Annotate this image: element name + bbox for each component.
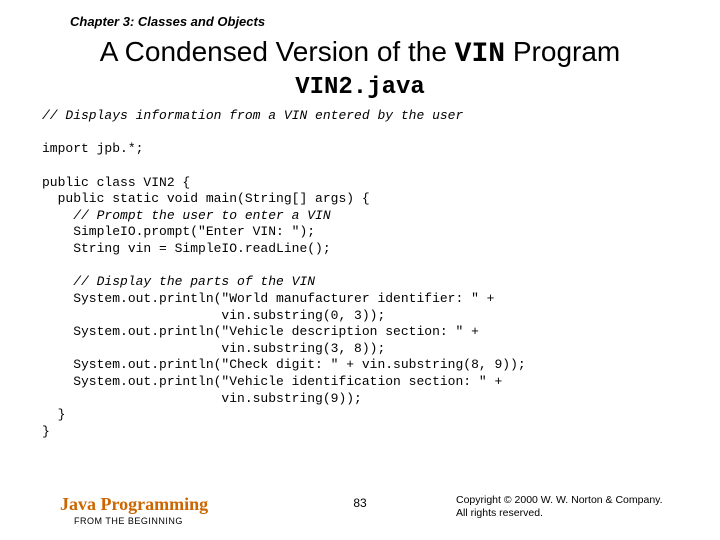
code-line: vin.substring(0, 3)); <box>42 308 385 323</box>
code-line: } <box>42 407 65 422</box>
title-mono: VIN <box>455 39 505 70</box>
footer-tagline: FROM THE BEGINNING <box>74 516 208 526</box>
code-comment: // Displays information from a VIN enter… <box>42 108 463 123</box>
code-line: public static void main(String[] args) { <box>42 191 370 206</box>
code-comment: // Prompt the user to enter a VIN <box>42 208 331 223</box>
code-line: public class VIN2 { <box>42 175 190 190</box>
code-line: System.out.println("Vehicle description … <box>42 324 479 339</box>
code-line: } <box>42 424 50 439</box>
title-prefix: A Condensed Version of the <box>100 36 455 67</box>
title-suffix: Program <box>505 36 620 67</box>
code-line: System.out.println("World manufacturer i… <box>42 291 494 306</box>
footer: Java Programming FROM THE BEGINNING 83 C… <box>0 486 720 526</box>
code-line: SimpleIO.prompt("Enter VIN: "); <box>42 224 315 239</box>
copyright-line: Copyright © 2000 W. W. Norton & Company. <box>456 494 676 507</box>
slide-title: A Condensed Version of the VIN Program <box>0 36 720 70</box>
copyright-line: All rights reserved. <box>456 507 676 520</box>
chapter-label: Chapter 3: Classes and Objects <box>70 14 265 29</box>
code-block: // Displays information from a VIN enter… <box>42 108 678 441</box>
footer-copyright: Copyright © 2000 W. W. Norton & Company.… <box>456 494 676 520</box>
code-line: System.out.println("Vehicle identificati… <box>42 374 502 389</box>
code-comment: // Display the parts of the VIN <box>42 274 315 289</box>
code-line: System.out.println("Check digit: " + vin… <box>42 357 526 372</box>
code-line: vin.substring(3, 8)); <box>42 341 385 356</box>
slide-subtitle: VIN2.java <box>0 74 720 101</box>
code-line: import jpb.*; <box>42 141 143 156</box>
code-line: vin.substring(9)); <box>42 391 362 406</box>
code-line: String vin = SimpleIO.readLine(); <box>42 241 331 256</box>
